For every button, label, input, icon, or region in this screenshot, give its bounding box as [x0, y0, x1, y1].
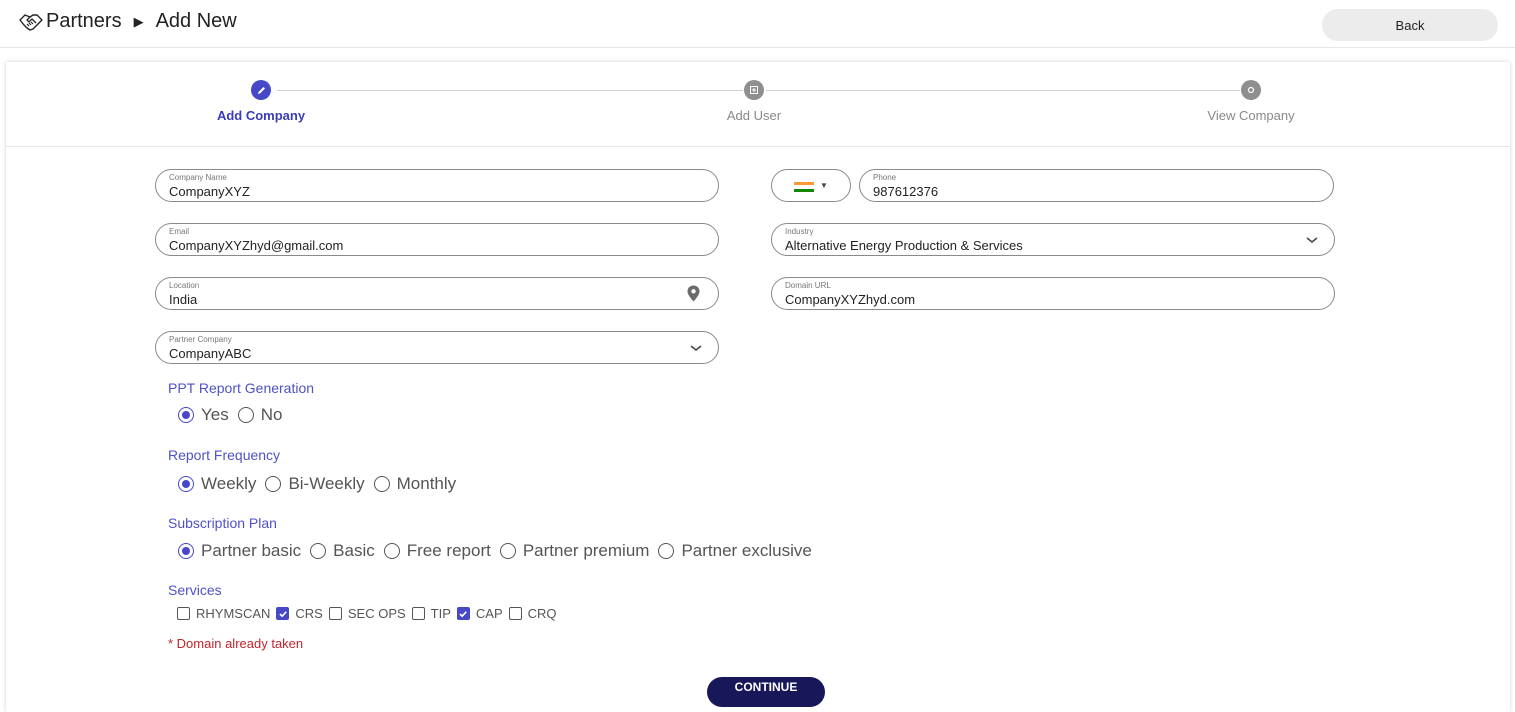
field-value: CompanyABC: [169, 346, 252, 361]
checkbox-tip[interactable]: [411, 607, 425, 620]
field-label: Email: [169, 227, 190, 236]
field-value: CompanyXYZhyd@gmail.com: [169, 238, 344, 253]
field-value: 987612376: [873, 184, 939, 199]
radio-partner-exclusive[interactable]: [658, 543, 675, 559]
email-field[interactable]: Email CompanyXYZhyd@gmail.com: [155, 223, 719, 256]
field-label: Phone: [873, 173, 897, 182]
radio-label: No: [260, 405, 283, 424]
location-field[interactable]: Location India: [155, 277, 719, 310]
radio-weekly[interactable]: [178, 476, 194, 492]
services-title: Services: [168, 582, 222, 598]
field-label: Company Name: [169, 173, 227, 182]
radio-partner-basic[interactable]: [178, 543, 194, 559]
chevron-down-icon: [690, 345, 702, 351]
view-icon: [1241, 80, 1261, 100]
add-user-icon: [744, 80, 764, 100]
country-code-select[interactable]: ▼: [771, 169, 851, 202]
radio-basic[interactable]: [310, 543, 327, 559]
ppt-report-title: PPT Report Generation: [168, 380, 315, 396]
radio-partner-premium[interactable]: [499, 543, 516, 559]
checkbox-label: TIP: [430, 606, 451, 621]
field-label: Domain URL: [785, 281, 831, 290]
india-flag-icon: [794, 182, 814, 192]
subscription-plan-radio-group: Partner basic Basic Free report Partner …: [178, 541, 821, 561]
continue-button[interactable]: CONTINUE: [707, 677, 825, 707]
step-connector: [766, 90, 1240, 91]
field-value: India: [169, 292, 198, 307]
radio-label: Partner premium: [522, 541, 650, 560]
breadcrumb: Partners ▶ Add New: [18, 10, 237, 33]
error-message: * Domain already taken: [168, 636, 304, 651]
field-label: Location: [169, 281, 200, 290]
checkbox-cap[interactable]: [456, 607, 470, 620]
domain-url-field[interactable]: Domain URL CompanyXYZhyd.com: [771, 277, 1335, 310]
radio-bi-weekly[interactable]: [265, 476, 282, 492]
location-pin-icon[interactable]: [687, 285, 700, 302]
report-frequency-title: Report Frequency: [168, 447, 281, 463]
ppt-report-radio-group: Yes No: [178, 405, 291, 425]
radio-no[interactable]: [237, 407, 254, 423]
stepper: Add Company Add User View Company: [6, 62, 1510, 147]
radio-free-report[interactable]: [383, 543, 400, 559]
radio-label: Basic: [333, 541, 375, 560]
partner-company-select[interactable]: Partner Company CompanyABC: [155, 331, 719, 364]
checkbox-label: SEC OPS: [347, 606, 406, 621]
radio-label: Weekly: [201, 474, 257, 493]
checkbox-label: CRS: [295, 606, 323, 621]
field-value: CompanyXYZ: [169, 184, 250, 199]
back-button[interactable]: Back: [1322, 9, 1498, 41]
services-checkbox-group: RHYMSCAN CRS SEC OPS TIP CAP CRQ: [177, 606, 563, 621]
radio-monthly[interactable]: [373, 476, 390, 492]
field-label: Partner Company: [169, 335, 232, 344]
checkbox-crq[interactable]: [508, 607, 522, 620]
radio-label: Partner exclusive: [681, 541, 812, 560]
pencil-icon: [251, 80, 271, 100]
subscription-plan-title: Subscription Plan: [168, 515, 277, 531]
field-value: Alternative Energy Production & Services: [785, 238, 1023, 253]
phone-field[interactable]: Phone 987612376: [859, 169, 1334, 202]
field-label: Industry: [785, 227, 814, 236]
page-header: Partners ▶ Add New Back: [0, 0, 1515, 48]
step-label: Add User: [726, 108, 782, 123]
checkbox-rhymscan[interactable]: [177, 607, 190, 620]
report-frequency-radio-group: Weekly Bi-Weekly Monthly: [178, 474, 465, 494]
industry-select[interactable]: Industry Alternative Energy Production &…: [771, 223, 1335, 256]
checkbox-label: CRQ: [527, 606, 557, 621]
checkbox-crs[interactable]: [276, 607, 290, 620]
step-label: Add Company: [216, 108, 306, 123]
step-add-user[interactable]: Add User: [674, 80, 834, 123]
breadcrumb-current: Add New: [155, 10, 237, 32]
radio-label: Free report: [406, 541, 491, 560]
breadcrumb-root[interactable]: Partners: [46, 10, 122, 33]
step-label: View Company: [1207, 108, 1295, 123]
company-name-field[interactable]: Company Name CompanyXYZ: [155, 169, 719, 202]
chevron-down-icon: [1306, 237, 1318, 243]
checkbox-label: RHYMSCAN: [196, 606, 271, 621]
radio-label: Partner basic: [201, 541, 302, 560]
checkbox-sec-ops[interactable]: [328, 607, 342, 620]
radio-label: Yes: [201, 405, 229, 424]
step-view-company[interactable]: View Company: [1171, 80, 1331, 123]
radio-label: Bi-Weekly: [288, 474, 365, 493]
handshake-icon: [19, 13, 43, 31]
step-add-company[interactable]: Add Company: [181, 80, 341, 123]
radio-label: Monthly: [396, 474, 457, 493]
field-value: CompanyXYZhyd.com: [785, 292, 916, 307]
radio-yes[interactable]: [178, 407, 194, 423]
caret-down-icon: ▼: [820, 181, 828, 190]
breadcrumb-arrow-icon: ▶: [133, 13, 144, 29]
checkbox-label: CAP: [475, 606, 503, 621]
